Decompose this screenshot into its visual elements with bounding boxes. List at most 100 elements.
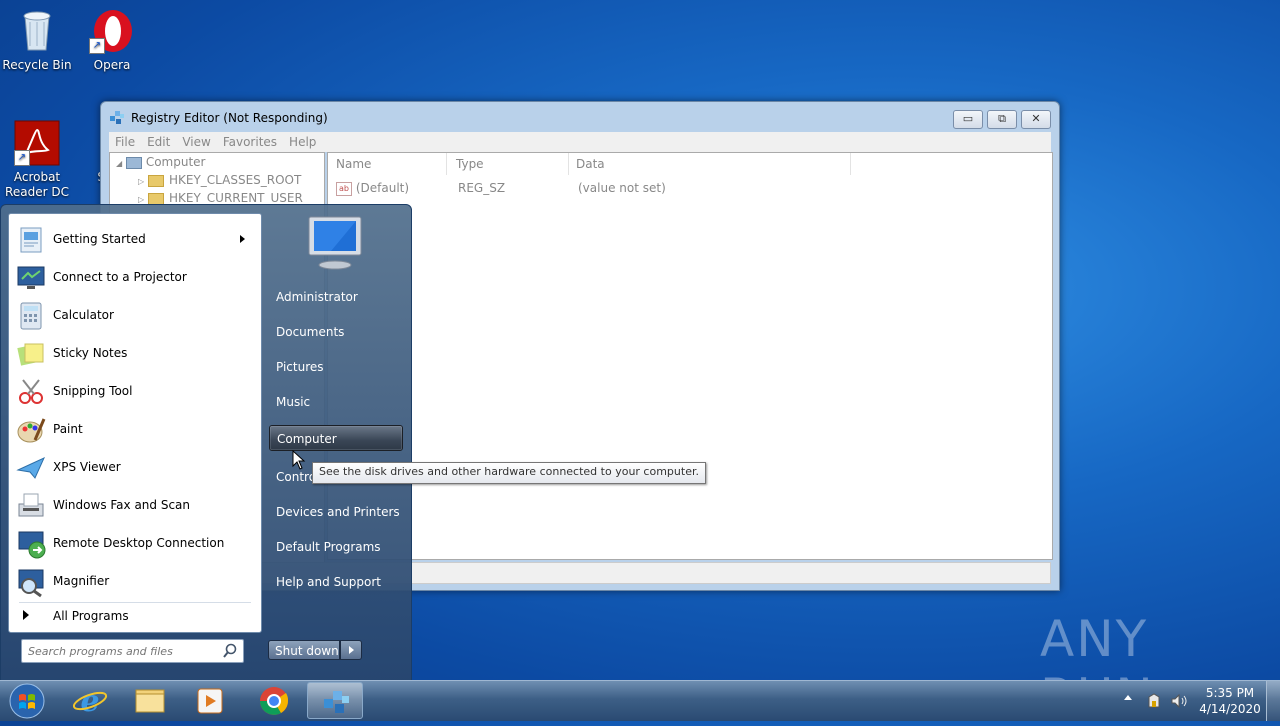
program-label: Connect to a Projector bbox=[53, 270, 187, 284]
user-picture[interactable] bbox=[301, 213, 369, 273]
program-snipping-tool[interactable]: Snipping Tool bbox=[13, 374, 257, 410]
menu-view[interactable]: View bbox=[176, 132, 216, 152]
folder-icon bbox=[135, 689, 165, 713]
restore-icon: ⧉ bbox=[998, 112, 1006, 125]
menu-music[interactable]: Music bbox=[269, 389, 403, 415]
menu-edit[interactable]: Edit bbox=[141, 132, 176, 152]
close-button[interactable]: ✕ bbox=[1021, 110, 1051, 129]
menu-help[interactable]: Help bbox=[283, 132, 322, 152]
menu-administrator[interactable]: Administrator bbox=[269, 284, 403, 310]
program-sticky-notes[interactable]: Sticky Notes bbox=[13, 336, 257, 372]
program-label: Snipping Tool bbox=[53, 384, 133, 398]
minimize-button[interactable]: ▭ bbox=[953, 110, 983, 129]
start-button[interactable] bbox=[4, 682, 50, 720]
taskbar-explorer[interactable] bbox=[122, 682, 178, 719]
media-player-icon bbox=[197, 688, 223, 714]
expand-arrow-icon: ▷ bbox=[138, 195, 145, 204]
desktop-icon-recycle-bin[interactable]: Recycle Bin bbox=[0, 8, 77, 72]
program-getting-started[interactable]: Getting Started bbox=[13, 222, 257, 258]
taskbar-registry-editor[interactable] bbox=[307, 682, 363, 719]
tooltip: See the disk drives and other hardware c… bbox=[312, 462, 706, 484]
system-clock[interactable]: 5:35 PM 4/14/2020 bbox=[1198, 685, 1262, 717]
action-center-icon[interactable] bbox=[1146, 693, 1162, 709]
arrow-right-icon bbox=[23, 610, 29, 620]
all-programs-button[interactable]: All Programs bbox=[13, 605, 257, 627]
tree-label: HKEY_CURRENT_USER bbox=[168, 191, 303, 205]
program-label: XPS Viewer bbox=[53, 460, 121, 474]
chrome-icon bbox=[260, 687, 289, 715]
values-list[interactable]: Name Type Data ab (Default) REG_SZ (valu… bbox=[327, 152, 1053, 560]
expand-arrow-icon: ▷ bbox=[138, 177, 145, 186]
all-programs-label: All Programs bbox=[53, 609, 129, 623]
desktop-icon-label: Recycle Bin bbox=[2, 58, 72, 72]
mouse-cursor-icon bbox=[292, 449, 306, 470]
search-box[interactable] bbox=[21, 639, 244, 663]
menu-favorites[interactable]: Favorites bbox=[217, 132, 283, 152]
program-remote-desktop[interactable]: Remote Desktop Connection bbox=[13, 526, 257, 562]
start-menu[interactable]: Getting Started Connect to a Projector C… bbox=[0, 204, 412, 681]
desktop-icon-label: Acrobat Reader DC bbox=[5, 170, 69, 199]
menu-devices-printers[interactable]: Devices and Printers bbox=[269, 499, 403, 525]
search-icon[interactable] bbox=[222, 643, 238, 659]
value-type: REG_SZ bbox=[458, 181, 506, 195]
program-fax-scan[interactable]: Windows Fax and Scan bbox=[13, 488, 257, 524]
taskbar-chrome[interactable] bbox=[246, 682, 302, 719]
clock-date: 4/14/2020 bbox=[1199, 702, 1261, 716]
close-icon: ✕ bbox=[1031, 112, 1041, 125]
menu-documents[interactable]: Documents bbox=[269, 319, 403, 345]
regedit-icon bbox=[109, 110, 125, 126]
computer-monitor-icon bbox=[308, 216, 362, 270]
menu-pictures[interactable]: Pictures bbox=[269, 354, 403, 380]
submenu-arrow-icon bbox=[240, 235, 245, 243]
tree-item-hkcr[interactable]: ▷ HKEY_CLASSES_ROOT bbox=[138, 171, 301, 189]
program-calculator[interactable]: Calculator bbox=[13, 298, 257, 334]
program-label: Calculator bbox=[53, 308, 114, 322]
search-input[interactable] bbox=[26, 642, 220, 660]
recycle-bin-icon bbox=[14, 8, 60, 54]
volume-icon[interactable] bbox=[1170, 693, 1188, 709]
magnifier-icon bbox=[15, 566, 47, 598]
acrobat-icon: ↗ bbox=[14, 120, 60, 166]
sticky-notes-icon bbox=[15, 338, 47, 370]
string-value-icon: ab bbox=[336, 181, 352, 196]
desktop-icon-acrobat[interactable]: ↗ Acrobat Reader DC bbox=[0, 120, 77, 200]
paint-icon bbox=[15, 414, 47, 446]
shutdown-options-button[interactable] bbox=[340, 640, 362, 660]
desktop-icon-label: Opera bbox=[93, 58, 131, 72]
program-paint[interactable]: Paint bbox=[13, 412, 257, 448]
tray-expand-icon[interactable] bbox=[1124, 695, 1132, 700]
projector-icon bbox=[15, 262, 47, 294]
menu-file[interactable]: File bbox=[109, 132, 141, 152]
window-titlebar[interactable]: Registry Editor (Not Responding) ▭ ⧉ ✕ bbox=[101, 102, 1059, 132]
tree-item-computer[interactable]: ◢ Computer bbox=[116, 153, 205, 171]
column-header-data[interactable]: Data bbox=[568, 153, 851, 175]
program-label: Sticky Notes bbox=[53, 346, 128, 360]
restore-button[interactable]: ⧉ bbox=[987, 110, 1017, 129]
column-header-name[interactable]: Name bbox=[328, 153, 447, 175]
value-row[interactable]: ab (Default) bbox=[336, 181, 409, 196]
separator bbox=[19, 602, 251, 603]
program-label: Windows Fax and Scan bbox=[53, 498, 191, 512]
tree-label: Computer bbox=[145, 155, 206, 169]
shutdown-button[interactable]: Shut down bbox=[268, 640, 340, 660]
menu-help-support[interactable]: Help and Support bbox=[269, 569, 403, 595]
program-connect-projector[interactable]: Connect to a Projector bbox=[13, 260, 257, 296]
folder-icon bbox=[147, 174, 164, 187]
taskbar-media-player[interactable] bbox=[182, 682, 238, 719]
program-label: Remote Desktop Connection bbox=[53, 536, 225, 550]
show-desktop-button[interactable] bbox=[1266, 681, 1280, 721]
taskbar-internet-explorer[interactable]: e bbox=[62, 682, 118, 719]
program-xps-viewer[interactable]: XPS Viewer bbox=[13, 450, 257, 486]
desktop-icon-opera[interactable]: ↗ Opera bbox=[72, 8, 152, 72]
collapse-arrow-icon: ◢ bbox=[116, 159, 123, 168]
menu-computer[interactable]: Computer bbox=[269, 425, 403, 451]
menu-default-programs[interactable]: Default Programs bbox=[269, 534, 403, 560]
program-magnifier[interactable]: Magnifier bbox=[13, 564, 257, 600]
xps-viewer-icon bbox=[15, 452, 47, 484]
minimize-icon: ▭ bbox=[962, 112, 974, 125]
clock-time: 5:35 PM bbox=[1205, 686, 1255, 700]
column-header-type[interactable]: Type bbox=[448, 153, 569, 175]
folder-icon bbox=[147, 192, 164, 205]
computer-icon bbox=[125, 156, 142, 169]
snipping-tool-icon bbox=[15, 376, 47, 408]
